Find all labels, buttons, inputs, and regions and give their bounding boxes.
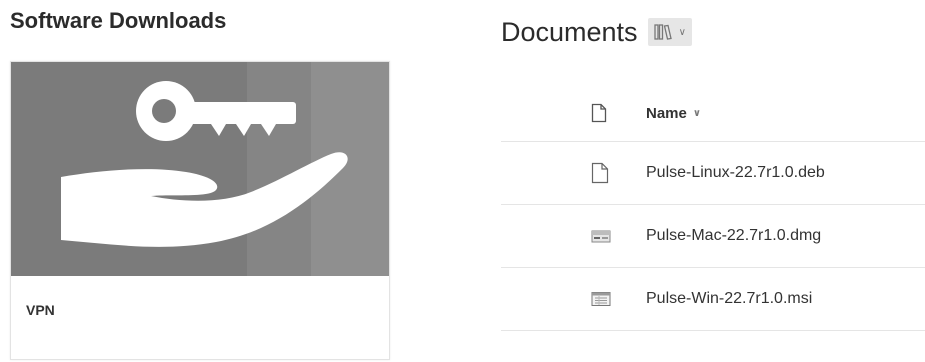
library-view-icon: [653, 24, 672, 40]
documents-list: Name ∨ Pulse-Linux-22.7r1.0.deb Pulse-Ma…: [501, 85, 925, 331]
card-image[interactable]: [11, 62, 389, 276]
vpn-card[interactable]: VPN: [10, 61, 390, 360]
view-options-button[interactable]: ∨: [647, 18, 692, 46]
key-in-hand-icon: [11, 62, 389, 276]
generic-file-icon: [591, 162, 609, 184]
file-name[interactable]: Pulse-Mac-22.7r1.0.dmg: [646, 227, 821, 245]
card-label[interactable]: VPN: [26, 302, 55, 318]
file-row[interactable]: Pulse-Win-22.7r1.0.msi: [501, 268, 925, 331]
name-column-label: Name: [646, 104, 687, 122]
file-name[interactable]: Pulse-Win-22.7r1.0.msi: [646, 290, 812, 308]
section-title: Software Downloads: [10, 8, 227, 33]
installer-file-icon: [591, 292, 611, 306]
documents-title: Documents: [501, 16, 638, 47]
chevron-down-icon: ∨: [678, 26, 686, 38]
file-name[interactable]: Pulse-Linux-22.7r1.0.deb: [646, 164, 825, 182]
file-icon: [591, 103, 607, 123]
name-column-header[interactable]: Name ∨: [646, 105, 701, 122]
documents-header: Documents ∨: [501, 12, 692, 52]
disk-image-file-icon: [591, 230, 611, 243]
file-row[interactable]: Pulse-Linux-22.7r1.0.deb: [501, 142, 925, 205]
chevron-down-icon: ∨: [692, 107, 701, 119]
list-header: Name ∨: [501, 85, 925, 142]
file-row[interactable]: Pulse-Mac-22.7r1.0.dmg: [501, 205, 925, 268]
